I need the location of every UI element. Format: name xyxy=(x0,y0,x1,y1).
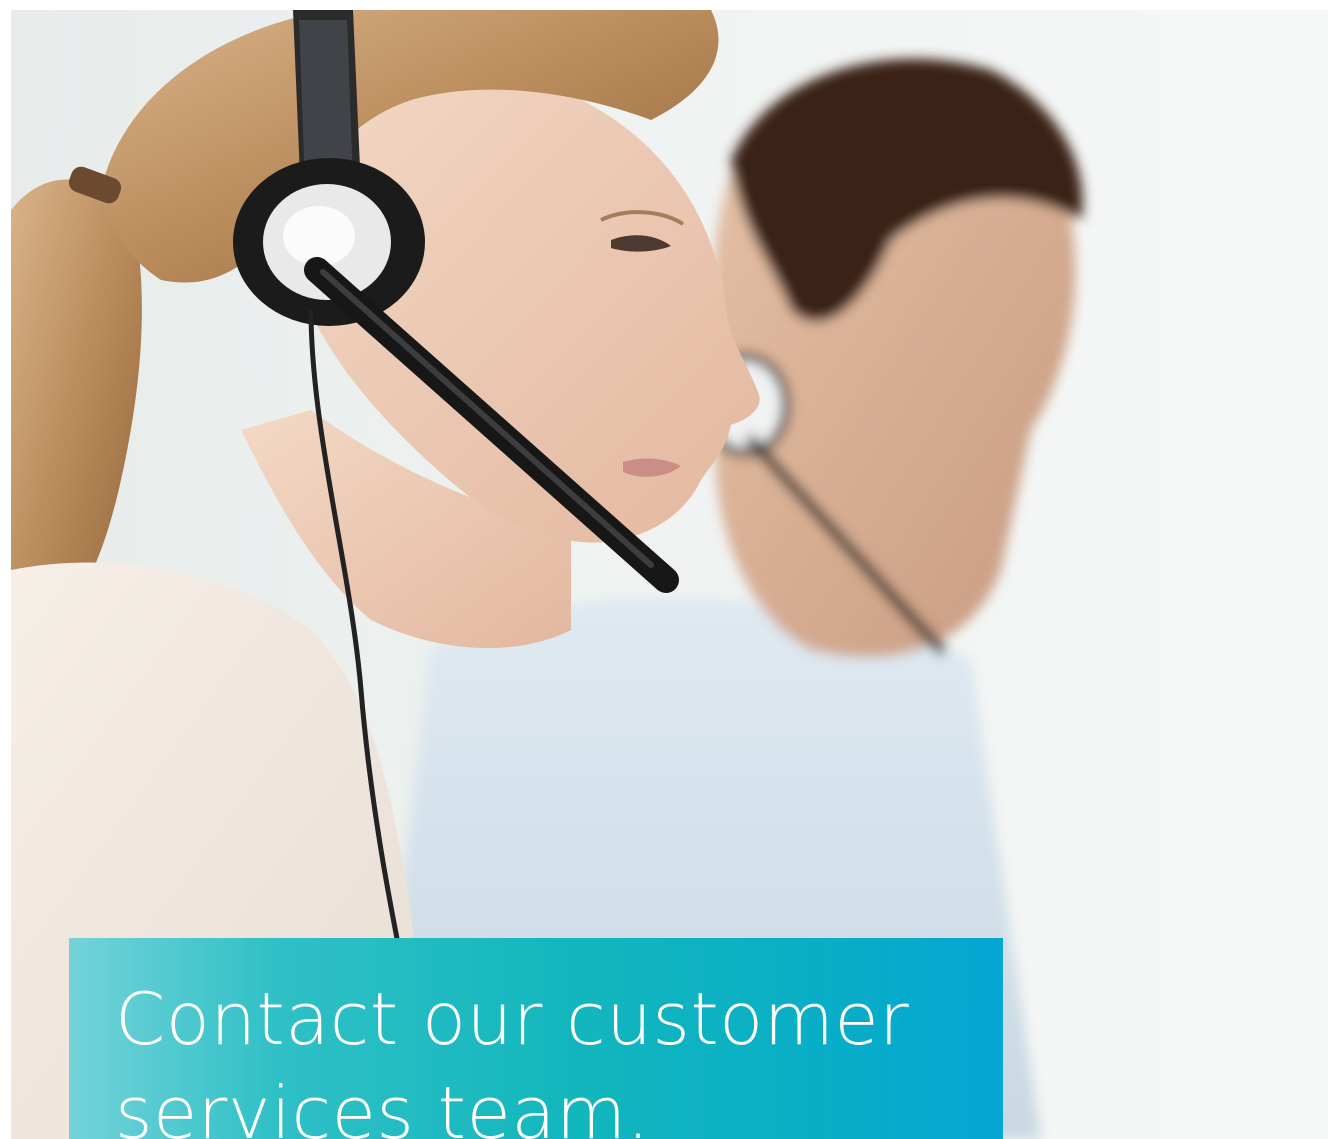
caption-line-1: Contact our customer xyxy=(115,977,910,1061)
caption-banner: Contact our customer services team. xyxy=(69,938,1003,1139)
hero-image-frame: Contact our customer services team. xyxy=(11,10,1328,1139)
caption-line-2: services team. xyxy=(115,1071,650,1139)
